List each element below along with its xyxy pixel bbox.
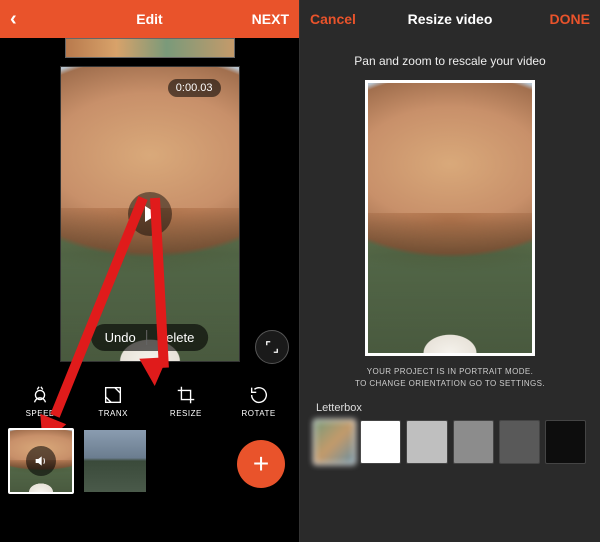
next-button[interactable]: NEXT <box>229 11 289 27</box>
undo-button[interactable]: Undo <box>95 330 146 345</box>
orientation-note: YOUR PROJECT IS IN PORTRAIT MODE. TO CHA… <box>314 366 586 390</box>
video-frame-image <box>368 83 532 353</box>
letterbox-swatch-white[interactable] <box>360 420 401 464</box>
clip-thumbnail[interactable] <box>8 428 74 494</box>
fullscreen-button[interactable] <box>255 330 289 364</box>
resize-hint: Pan and zoom to rescale your video <box>314 44 586 76</box>
add-clip-button[interactable]: + <box>237 440 285 488</box>
tranx-icon <box>102 384 124 406</box>
resize-screen: Cancel Resize video DONE Pan and zoom to… <box>300 0 600 542</box>
video-preview-area: 0:00.03 Undo Delete <box>0 58 299 378</box>
action-pill: Undo Delete <box>91 324 209 351</box>
tool-rotate[interactable]: ROTATE <box>229 384 289 418</box>
letterbox-swatch-black[interactable] <box>545 420 586 464</box>
letterbox-swatch-blur[interactable] <box>314 420 355 464</box>
edit-screen: ‹ Edit NEXT 0:00.03 Undo Delete <box>0 0 300 542</box>
timecode-badge: 0:00.03 <box>168 79 221 97</box>
edit-header: ‹ Edit NEXT <box>0 0 299 38</box>
cancel-button[interactable]: Cancel <box>310 11 370 27</box>
tool-resize[interactable]: RESIZE <box>156 384 216 418</box>
tool-tranx[interactable]: TRANX <box>83 384 143 418</box>
letterbox-swatch-grey3[interactable] <box>499 420 540 464</box>
clip-thumbnail[interactable] <box>82 428 148 494</box>
resize-title: Resize video <box>370 11 530 27</box>
edit-title: Edit <box>70 11 229 27</box>
done-button[interactable]: DONE <box>530 11 590 27</box>
clip-row: + <box>0 422 299 500</box>
resize-header: Cancel Resize video DONE <box>300 0 600 38</box>
speed-icon <box>29 384 51 406</box>
video-preview[interactable]: 0:00.03 Undo Delete <box>60 66 240 362</box>
delete-button[interactable]: Delete <box>147 330 205 345</box>
back-button[interactable]: ‹ <box>10 9 70 29</box>
letterbox-swatch-grey2[interactable] <box>453 420 494 464</box>
timeline-filmstrip[interactable] <box>0 38 299 58</box>
volume-icon[interactable] <box>26 446 56 476</box>
resize-icon <box>175 384 197 406</box>
resize-preview[interactable] <box>365 80 535 356</box>
letterbox-swatch-grey1[interactable] <box>406 420 447 464</box>
rotate-icon <box>248 384 270 406</box>
letterbox-label: Letterbox <box>316 402 586 414</box>
letterbox-swatches <box>314 420 586 464</box>
